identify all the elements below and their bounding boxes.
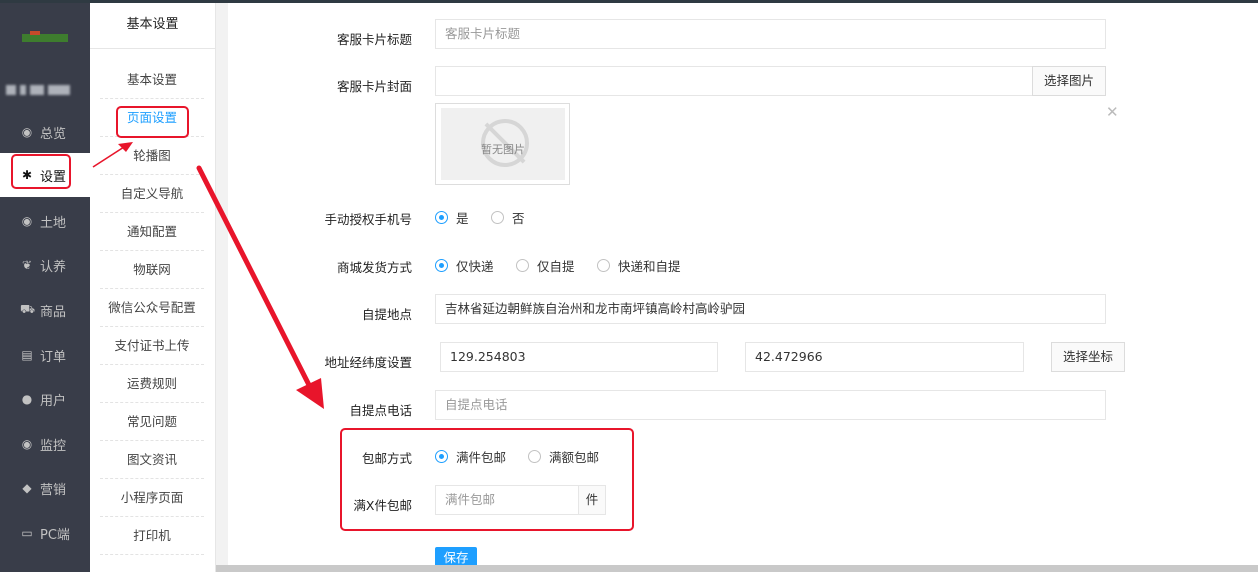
nav-marketing[interactable]: ◆ 营销	[0, 466, 90, 510]
longitude-input[interactable]: 129.254803	[440, 342, 718, 372]
choose-coords-button[interactable]: 选择坐标	[1051, 342, 1125, 372]
submenu-item-carousel[interactable]: 轮播图	[100, 137, 204, 175]
latitude-input[interactable]: 42.472966	[745, 342, 1024, 372]
nav-adopt[interactable]: ❦ 认养	[0, 243, 90, 287]
choose-image-button[interactable]: 选择图片	[1032, 66, 1106, 96]
manual-phone-label: 手动授权手机号	[324, 212, 412, 227]
horizontal-scrollbar[interactable]	[216, 565, 1258, 572]
cover-preview: 暂无图片	[435, 103, 570, 185]
nav-monitor[interactable]: ◉ 监控	[0, 422, 90, 466]
submenu-item-news[interactable]: 图文资讯	[100, 441, 204, 479]
nav-label: 营销	[40, 482, 67, 498]
nav-label: 土地	[40, 215, 67, 231]
dashboard-icon: ◉	[21, 125, 33, 139]
annotation-box-free-shipping	[340, 428, 634, 531]
tag-icon: ◆	[22, 481, 32, 495]
coords-label: 地址经纬度设置	[324, 355, 412, 370]
user-name-blurred	[6, 85, 80, 97]
camera-icon: ◉	[21, 437, 33, 451]
nav-label: PC端	[40, 527, 70, 543]
submenu-item-custom-nav[interactable]: 自定义导航	[100, 175, 204, 213]
content-gutter	[216, 3, 228, 572]
card-title-label: 客服卡片标题	[336, 32, 412, 47]
nav-orders[interactable]: ▤ 订单	[0, 333, 90, 377]
nav-overview[interactable]: ◉ 总览	[0, 110, 90, 154]
user-icon: ●	[21, 392, 33, 406]
shipping-mode-label: 商城发货方式	[336, 260, 412, 275]
nav-label: 总览	[40, 126, 67, 142]
submenu-item-notify[interactable]: 通知配置	[100, 213, 204, 251]
pickup-address-label: 自提地点	[361, 307, 412, 322]
app-logo	[22, 31, 68, 47]
nav-users[interactable]: ● 用户	[0, 377, 90, 421]
submenu-item-pay-cert[interactable]: 支付证书上传	[100, 327, 204, 365]
list-icon: ▤	[21, 348, 33, 362]
pickup-address-input[interactable]: 吉林省延边朝鲜族自治州和龙市南坪镇高岭村高岭驴园	[435, 294, 1106, 324]
submenu-item-freight[interactable]: 运费规则	[100, 365, 204, 403]
pickup-phone-input[interactable]: 自提点电话	[435, 390, 1106, 420]
nav-label: 监控	[40, 438, 67, 454]
radio-express-and-pickup[interactable]: 快递和自提	[597, 256, 681, 275]
submenu-item-miniprogram[interactable]: 小程序页面	[100, 479, 204, 517]
nav-products[interactable]: ⛟ 商品	[0, 288, 90, 332]
nav-land[interactable]: ◉ 土地	[0, 199, 90, 243]
no-image-text: 暂无图片	[481, 143, 525, 156]
close-icon[interactable]: ✕	[1106, 103, 1119, 121]
pickup-phone-label: 自提点电话	[349, 403, 412, 418]
nav-label: 订单	[40, 349, 67, 365]
card-title-input[interactable]: 客服卡片标题	[435, 19, 1106, 49]
settings-submenu: 基本设置 基本设置 页面设置 轮播图 自定义导航 通知配置 物联网 微信公众号配…	[90, 3, 216, 572]
submenu-item-basic[interactable]: 基本设置	[100, 61, 204, 99]
submenu-item-printer[interactable]: 打印机	[100, 517, 204, 555]
radio-manual-phone-yes[interactable]: 是	[435, 208, 469, 227]
radio-express-only[interactable]: 仅快递	[435, 256, 494, 275]
nav-label: 商品	[40, 304, 67, 320]
annotation-box-settings	[11, 154, 71, 189]
annotation-box-page-settings	[116, 106, 189, 138]
nav-label: 用户	[40, 393, 67, 409]
monitor-icon: ▭	[21, 526, 33, 540]
radio-pickup-only[interactable]: 仅自提	[516, 256, 575, 275]
nav-pc[interactable]: ▭ PC端	[0, 511, 90, 555]
nav-label: 认养	[40, 259, 67, 275]
radio-manual-phone-no[interactable]: 否	[491, 208, 525, 227]
main-sidebar: ◉ 总览 ✱ 设置 ◉ 土地 ❦ 认养 ⛟ 商品 ▤ 订单 ● 用户 ◉ 监控 …	[0, 3, 90, 572]
submenu-item-faq[interactable]: 常见问题	[100, 403, 204, 441]
card-cover-label: 客服卡片封面	[336, 79, 412, 94]
bird-icon: ❦	[21, 258, 33, 272]
card-cover-input[interactable]	[435, 66, 1033, 96]
submenu-item-wechat[interactable]: 微信公众号配置	[100, 289, 204, 327]
cart-icon: ⛟	[20, 302, 36, 316]
globe-icon: ◉	[21, 214, 33, 228]
submenu-title: 基本设置	[90, 3, 215, 49]
submenu-item-iot[interactable]: 物联网	[100, 251, 204, 289]
